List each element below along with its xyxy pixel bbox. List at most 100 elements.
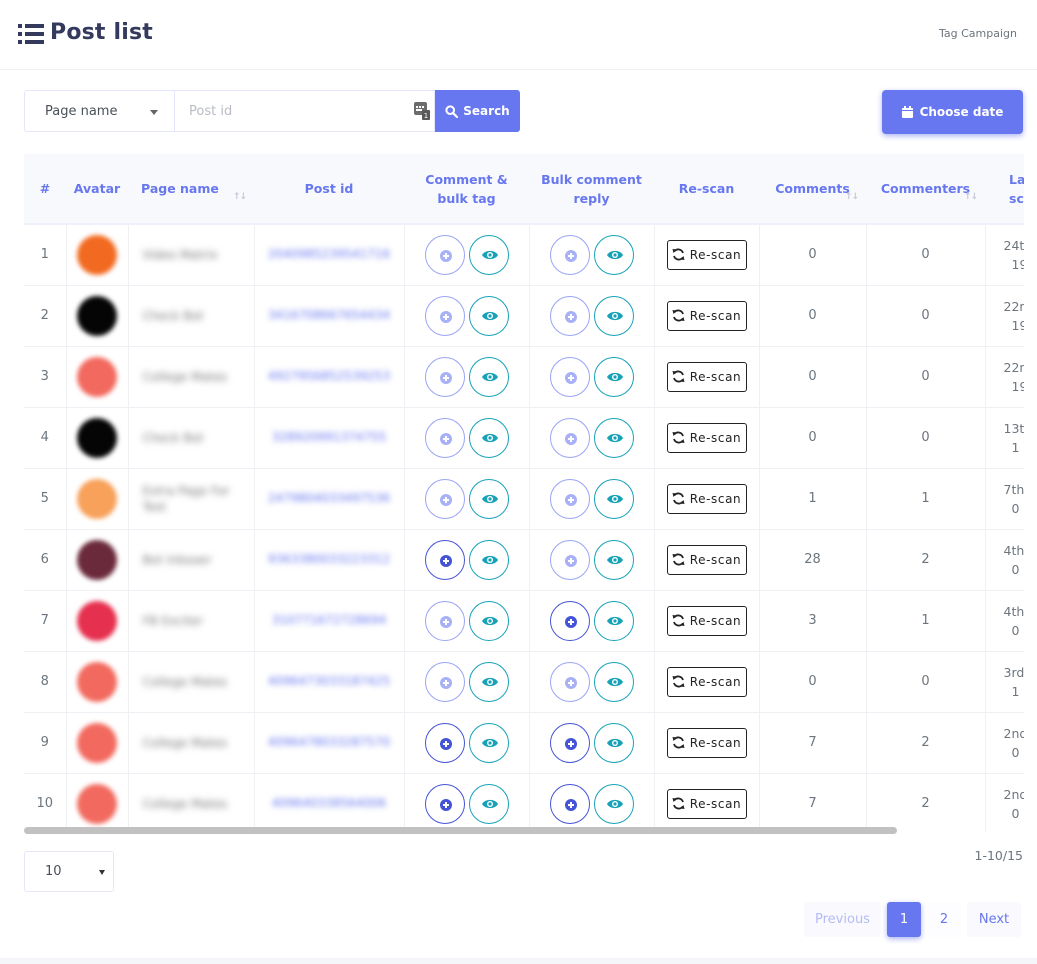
- post-id-link[interactable]: 2040985239541716: [268, 247, 390, 261]
- rescan-button[interactable]: Re-scan: [666, 605, 747, 636]
- view-tag-button[interactable]: [468, 234, 509, 275]
- view-tag-button[interactable]: [468, 783, 509, 824]
- per-page-select[interactable]: 10: [24, 851, 114, 892]
- column-header-commenters[interactable]: Commenters ↑↓: [866, 154, 985, 225]
- view-tag-button[interactable]: [468, 417, 509, 458]
- avatar: [77, 295, 117, 336]
- add-tag-button[interactable]: [424, 539, 465, 580]
- add-tag-button[interactable]: [424, 356, 465, 397]
- row-number: 10: [24, 773, 67, 832]
- rescan-button[interactable]: Re-scan: [666, 239, 747, 270]
- rescan-label: Re-scan: [689, 796, 742, 811]
- add-tag-button[interactable]: [424, 661, 465, 702]
- add-reply-button[interactable]: [549, 295, 590, 336]
- post-id-link[interactable]: 9363380033223312: [268, 552, 390, 566]
- last-scanned-time: 19: [1011, 256, 1025, 272]
- page-name-select[interactable]: Page name: [24, 90, 174, 132]
- table-row: 7 FB Exciter 3107716727286​94 Re-scan 3 1 4th 0: [24, 590, 1024, 652]
- rescan-button[interactable]: Re-scan: [666, 300, 747, 331]
- rescan-button[interactable]: Re-scan: [666, 483, 747, 514]
- post-id-cell: 2040985239541716: [254, 224, 405, 286]
- autofill-extension-icon[interactable]: 1: [414, 102, 430, 120]
- rescan-cell: Re-scan: [654, 590, 760, 652]
- search-button[interactable]: Search: [435, 90, 520, 132]
- view-reply-button[interactable]: [593, 661, 634, 702]
- add-reply-button[interactable]: [549, 478, 590, 519]
- page-select-value: Page name: [45, 104, 118, 119]
- rescan-label: Re-scan: [689, 247, 742, 262]
- page-name: Check Bot: [142, 430, 204, 445]
- post-id-link[interactable]: 2479804033497536: [268, 491, 390, 505]
- view-reply-button[interactable]: [593, 783, 634, 824]
- rescan-button[interactable]: Re-scan: [666, 361, 747, 392]
- view-reply-button[interactable]: [593, 356, 634, 397]
- view-reply-button[interactable]: [593, 417, 634, 458]
- view-reply-button[interactable]: [593, 234, 634, 275]
- rescan-button[interactable]: Re-scan: [666, 788, 747, 819]
- view-tag-button[interactable]: [468, 539, 509, 580]
- horizontal-scrollbar[interactable]: [24, 827, 897, 834]
- add-tag-button[interactable]: [424, 600, 465, 641]
- plus-circle-icon: [439, 615, 452, 628]
- view-reply-button[interactable]: [593, 722, 634, 763]
- view-reply-button[interactable]: [593, 539, 634, 580]
- refresh-icon: [672, 370, 685, 383]
- add-tag-button[interactable]: [424, 417, 465, 458]
- last-scanned-date: 22n: [1003, 298, 1025, 314]
- view-tag-button[interactable]: [468, 295, 509, 336]
- avatar-cell: [66, 346, 129, 408]
- post-id-link[interactable]: 4096403385640​06: [272, 796, 387, 810]
- comments-count: 0: [759, 224, 867, 286]
- comment-bulk-tag-cell: [404, 651, 530, 713]
- add-tag-button[interactable]: [424, 783, 465, 824]
- add-reply-button[interactable]: [549, 722, 590, 763]
- post-id-link[interactable]: 3107716727286​94: [272, 613, 387, 627]
- view-tag-button[interactable]: [468, 600, 509, 641]
- plus-circle-icon: [439, 554, 452, 567]
- post-id-input[interactable]: [174, 90, 435, 132]
- bulk-comment-reply-cell: [529, 468, 655, 530]
- add-reply-button[interactable]: [549, 417, 590, 458]
- column-header-last-scanned[interactable]: Last scanned: [985, 154, 1024, 225]
- view-tag-button[interactable]: [468, 478, 509, 519]
- add-tag-button[interactable]: [424, 722, 465, 763]
- rescan-button[interactable]: Re-scan: [666, 544, 747, 575]
- next-page-button[interactable]: Next: [967, 902, 1021, 937]
- add-reply-button[interactable]: [549, 234, 590, 275]
- view-tag-button[interactable]: [468, 356, 509, 397]
- post-id-link[interactable]: 3416708667654434: [268, 308, 390, 322]
- post-id-link[interactable]: 3289209913747​55: [272, 430, 387, 444]
- sort-icon: ↑↓: [963, 192, 978, 202]
- add-tag-button[interactable]: [424, 295, 465, 336]
- column-header-comments[interactable]: Comments ↑↓: [759, 154, 866, 225]
- breadcrumb[interactable]: Tag Campaign: [939, 27, 1017, 40]
- avatar: [77, 234, 117, 275]
- rescan-button[interactable]: Re-scan: [666, 422, 747, 453]
- column-header-page-name[interactable]: Page name ↑↓: [128, 154, 254, 225]
- view-reply-button[interactable]: [593, 295, 634, 336]
- view-tag-button[interactable]: [468, 722, 509, 763]
- rescan-button[interactable]: Re-scan: [666, 666, 747, 697]
- page-1-button[interactable]: 1: [887, 902, 921, 937]
- add-reply-button[interactable]: [549, 539, 590, 580]
- previous-page-button[interactable]: Previous: [804, 902, 881, 937]
- view-reply-button[interactable]: [593, 478, 634, 519]
- comment-bulk-tag-cell: [404, 407, 530, 469]
- post-id-link[interactable]: 4927956852539253: [268, 369, 390, 383]
- list-icon: [18, 24, 44, 44]
- post-id-link[interactable]: 4096478033287570: [268, 735, 390, 749]
- page-name: Extra Page For Test: [142, 483, 230, 514]
- add-reply-button[interactable]: [549, 661, 590, 702]
- rescan-button[interactable]: Re-scan: [666, 727, 747, 758]
- view-tag-button[interactable]: [468, 661, 509, 702]
- add-reply-button[interactable]: [549, 600, 590, 641]
- choose-date-button[interactable]: Choose date: [882, 90, 1023, 134]
- add-reply-button[interactable]: [549, 356, 590, 397]
- page-2-button[interactable]: 2: [927, 902, 961, 937]
- add-reply-button[interactable]: [549, 783, 590, 824]
- post-id-link[interactable]: 4096473033187425: [268, 674, 390, 688]
- view-reply-button[interactable]: [593, 600, 634, 641]
- add-tag-button[interactable]: [424, 478, 465, 519]
- add-tag-button[interactable]: [424, 234, 465, 275]
- commenters-count: 0: [866, 407, 986, 469]
